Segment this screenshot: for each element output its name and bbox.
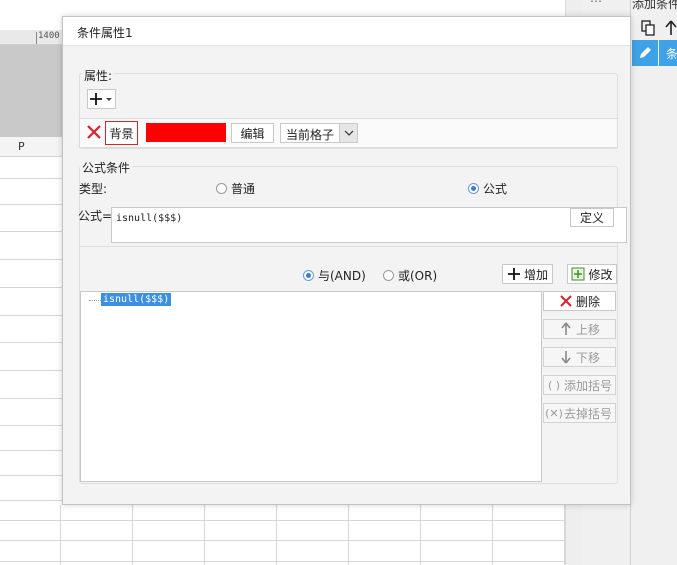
grid-row-line	[0, 370, 62, 371]
app-window: 1400 P ⋯ 添加条件 条 条件属性1 属性: 背景 编辑 当前格子 公式条…	[0, 0, 677, 565]
delete-label: 删除	[575, 294, 600, 309]
attributes-label: 属性:	[82, 67, 115, 84]
radio-indicator-selected	[303, 270, 314, 281]
arrow-up-icon	[561, 322, 571, 335]
scope-select[interactable]: 当前格子	[280, 123, 358, 143]
formula-condition-label: 公式条件	[80, 159, 133, 176]
modify-button[interactable]: 修改	[567, 264, 617, 284]
move-up-icon[interactable]	[664, 20, 677, 36]
column-label: P	[18, 140, 25, 153]
formula-label: 公式=	[78, 209, 113, 223]
type-label: 类型:	[79, 182, 108, 196]
bracket-icon: ( )	[547, 378, 561, 392]
scope-select-value: 当前格子	[286, 128, 335, 142]
grid-row-line	[0, 231, 62, 232]
formula-field-value: isnull($$$)	[116, 213, 183, 224]
grid-row-line	[0, 540, 565, 541]
remove-bracket-button[interactable]: (✕) 去掉括号	[543, 403, 616, 423]
and-label: 与(AND)	[318, 269, 366, 283]
dialog-titlebar[interactable]: 条件属性1	[63, 17, 630, 46]
delete-button[interactable]: 删除	[543, 291, 616, 311]
grid-row-line	[0, 398, 62, 399]
modify-label: 修改	[588, 267, 613, 282]
grid-row-line	[0, 561, 565, 562]
grid-row-line	[0, 425, 62, 426]
condition-item[interactable]: isnull($$$)	[101, 293, 172, 306]
define-button[interactable]: 定义	[570, 208, 614, 227]
ruler-tick	[36, 32, 37, 44]
arrow-down-icon	[561, 351, 571, 364]
divider	[79, 246, 618, 247]
add-button[interactable]: 增加	[502, 264, 553, 284]
add-attribute-button[interactable]	[87, 89, 116, 109]
radio-indicator	[216, 183, 227, 194]
condition-list-item[interactable]: 条	[659, 40, 677, 66]
grid-col-line	[348, 505, 349, 565]
type-normal-radio[interactable]: 普通	[216, 180, 255, 197]
radio-indicator-selected	[468, 183, 479, 194]
move-down-label: 下移	[575, 350, 600, 365]
grid-col-line	[492, 505, 493, 565]
type-formula-radio[interactable]: 公式	[468, 180, 507, 197]
edit-button[interactable]: 编辑	[231, 123, 274, 143]
ruler-label: 1400	[38, 31, 60, 41]
panel-title: 添加条件	[632, 0, 677, 11]
copy-icon[interactable]	[641, 20, 655, 36]
add-bracket-label: 添加括号	[563, 378, 612, 393]
grid-row-line	[0, 204, 62, 205]
dialog-title: 条件属性1	[77, 26, 133, 40]
tree-connector	[89, 300, 101, 301]
remove-bracket-icon: (✕)	[545, 406, 563, 420]
grid-row-line	[0, 500, 62, 501]
plus-dropdown-icon	[89, 93, 112, 105]
condition-properties-dialog: 条件属性1 属性: 背景 编辑 当前格子 公式条件 类型: 普通 公式 公式= …	[62, 16, 631, 505]
pencil-icon	[640, 47, 651, 58]
plus-icon	[507, 268, 520, 280]
add-bracket-button[interactable]: ( ) 添加括号	[543, 375, 616, 395]
radio-indicator	[383, 270, 394, 281]
move-down-button[interactable]: 下移	[543, 347, 616, 367]
formula-field[interactable]: isnull($$$)	[111, 207, 627, 243]
delete-x-icon	[87, 125, 101, 139]
conditions-list[interactable]: isnull($$$)	[80, 291, 542, 482]
or-label: 或(OR)	[398, 269, 438, 283]
grid-row-line	[0, 520, 565, 521]
grid-col-line	[60, 505, 61, 565]
move-up-label: 上移	[575, 322, 600, 337]
grid-row-line	[0, 450, 62, 451]
remove-attribute-button[interactable]	[86, 124, 102, 143]
grid-row-line	[0, 315, 62, 316]
background-attribute-button[interactable]: 背景	[105, 121, 138, 145]
grid-col-line	[204, 505, 205, 565]
background-color-swatch[interactable]	[146, 123, 226, 142]
delete-icon	[560, 295, 572, 307]
grid-col-line	[420, 505, 421, 565]
define-label: 定义	[579, 211, 604, 225]
grid-col-line	[132, 505, 133, 565]
grid-row-line	[0, 287, 62, 288]
chevron-down-icon	[339, 124, 357, 142]
type-formula-label: 公式	[483, 182, 508, 196]
edit-label: 编辑	[240, 126, 265, 141]
grid-col-line	[276, 505, 277, 565]
add-label: 增加	[523, 267, 548, 282]
edit-condition-button[interactable]	[632, 40, 658, 66]
or-radio[interactable]: 或(OR)	[383, 267, 437, 284]
grid-row-line	[0, 475, 62, 476]
background-label: 背景	[109, 126, 134, 141]
and-radio[interactable]: 与(AND)	[303, 267, 366, 284]
grid-row-line	[0, 342, 62, 343]
move-up-button[interactable]: 上移	[543, 319, 616, 339]
modify-icon	[571, 267, 585, 281]
remove-bracket-label: 去掉括号	[563, 406, 612, 421]
grid-row-line	[0, 178, 62, 179]
more-icon[interactable]: ⋯	[590, 0, 602, 8]
type-normal-label: 普通	[231, 182, 256, 196]
grid-row-line	[0, 259, 62, 260]
